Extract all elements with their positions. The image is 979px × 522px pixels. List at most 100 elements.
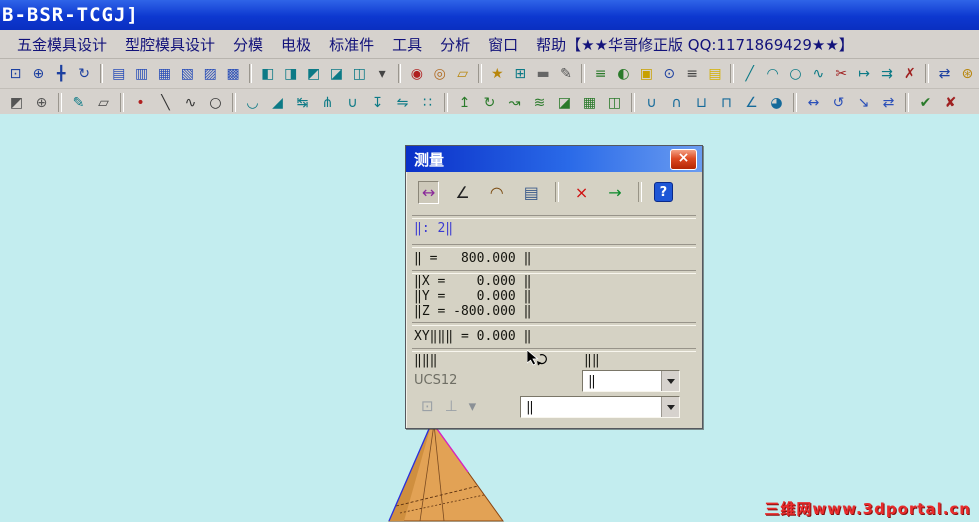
chamfer-icon[interactable]: ◢: [265, 91, 290, 115]
snap-star-icon[interactable]: ★: [486, 62, 509, 86]
arc-icon[interactable]: ◠: [761, 62, 784, 86]
studio-display-icon[interactable]: ◪: [325, 62, 348, 86]
viewport[interactable]: 测量 × ↔ ∠ ◠ ▤ × →? ‖: 2‖ ‖ = 800.000 ‖ ‖X = 0.…: [0, 114, 979, 522]
menu-standard-parts[interactable]: 标准件: [320, 31, 383, 58]
rotate-view-icon[interactable]: ↻: [73, 62, 96, 86]
new-window-icon[interactable]: ▦: [153, 62, 176, 86]
transform-icon[interactable]: ⇄: [876, 91, 901, 115]
dialog-titlebar[interactable]: 测量 ×: [406, 146, 702, 172]
view-layout-icon[interactable]: ▩: [222, 62, 245, 86]
window-cascade-icon[interactable]: ▤: [107, 62, 130, 86]
palette-icon[interactable]: ▤: [704, 62, 727, 86]
line-icon[interactable]: ╱: [738, 62, 761, 86]
polygon-icon[interactable]: ▱: [91, 91, 116, 115]
grid-icon[interactable]: ⊞: [509, 62, 532, 86]
layer-list-icon[interactable]: ≡: [589, 62, 612, 86]
csys-display-icon[interactable]: ⊥: [444, 396, 459, 416]
help-icon[interactable]: ?: [653, 182, 674, 202]
revolve-icon[interactable]: ↻: [477, 91, 502, 115]
verify-icon[interactable]: ✔: [913, 91, 938, 115]
result-combo-arrow-icon[interactable]: [661, 397, 679, 417]
menu-electrode[interactable]: 电极: [272, 31, 320, 58]
extend-icon[interactable]: ↦: [853, 62, 876, 86]
window-tile-icon[interactable]: ▥: [130, 62, 153, 86]
move-object-icon[interactable]: ⇄: [933, 62, 956, 86]
point-on-curve-icon[interactable]: ◎: [428, 62, 451, 86]
pan-icon[interactable]: ╋: [50, 62, 73, 86]
display-mode-arrow-icon[interactable]: ▾: [371, 62, 394, 86]
datum-plane-icon[interactable]: ▱: [451, 62, 474, 86]
scissors-trim-icon[interactable]: ✂: [830, 62, 853, 86]
trim-curve-icon[interactable]: ↹: [290, 91, 315, 115]
circle-tool-icon[interactable]: ○: [203, 91, 228, 115]
show-point-icon[interactable]: ⊡: [420, 396, 435, 416]
layer-settings-icon[interactable]: ▨: [199, 62, 222, 86]
join-curve-icon[interactable]: ∪: [340, 91, 365, 115]
zoom-icon[interactable]: ⊕: [27, 62, 50, 86]
curve-tool-icon[interactable]: ∿: [178, 91, 203, 115]
edge-blend-icon[interactable]: ◕: [764, 91, 789, 115]
menu-tools[interactable]: 工具: [383, 31, 431, 58]
list-window-icon[interactable]: ≡: [681, 62, 704, 86]
sketch-icon[interactable]: ✎: [66, 91, 91, 115]
export-result-icon[interactable]: →: [604, 181, 625, 204]
fillet-icon[interactable]: ◡: [240, 91, 265, 115]
point-icon[interactable]: ◉: [405, 62, 428, 86]
extrude-icon[interactable]: ↥: [452, 91, 477, 115]
more-options-arrow-icon[interactable]: ▾: [468, 396, 478, 416]
measure-radius-icon[interactable]: ◠: [486, 181, 508, 204]
move-icon[interactable]: ↔: [801, 91, 826, 115]
measure-angle-icon[interactable]: ∠: [451, 181, 473, 204]
object-info-icon[interactable]: ⊙: [658, 62, 681, 86]
selection-mode-icon[interactable]: ◩: [4, 91, 29, 115]
3d-model[interactable]: [380, 420, 515, 522]
line-tool-icon[interactable]: ╲: [153, 91, 178, 115]
menu-analysis[interactable]: 分析: [431, 31, 479, 58]
snap-toggle-icon[interactable]: ⊕: [29, 91, 54, 115]
wireframe-display-icon[interactable]: ◨: [279, 62, 302, 86]
measure-distance-icon[interactable]: ↔: [418, 180, 440, 204]
measure-icon[interactable]: ✎: [555, 62, 578, 86]
menu-hardware-mold[interactable]: 五金模具设计: [8, 31, 116, 58]
spline-icon[interactable]: ∿: [807, 62, 830, 86]
thicken-icon[interactable]: ⊓: [714, 91, 739, 115]
facet-display-icon[interactable]: ◫: [348, 62, 371, 86]
scale-icon[interactable]: ↘: [851, 91, 876, 115]
surface-icon[interactable]: ◪: [552, 91, 577, 115]
draft-icon[interactable]: ∠: [739, 91, 764, 115]
error-check-icon[interactable]: ✘: [938, 91, 963, 115]
result-combo[interactable]: ‖: [520, 396, 680, 418]
snap-settings-icon[interactable]: ⊛: [956, 62, 979, 86]
mesh-surface-icon[interactable]: ▦: [577, 91, 602, 115]
menu-parting[interactable]: 分模: [224, 31, 272, 58]
ucs-combo-arrow-icon[interactable]: [661, 371, 679, 391]
measure-list-icon[interactable]: ▤: [520, 181, 543, 204]
show-hide-icon[interactable]: ◐: [612, 62, 635, 86]
rotate-object-icon[interactable]: ↺: [826, 91, 851, 115]
loft-icon[interactable]: ≋: [527, 91, 552, 115]
patch-surface-icon[interactable]: ◫: [602, 91, 627, 115]
pattern-curve-icon[interactable]: ∷: [415, 91, 440, 115]
shell-icon[interactable]: ⊔: [689, 91, 714, 115]
ruler-icon[interactable]: ▬: [532, 62, 555, 86]
delete-icon[interactable]: ✗: [898, 62, 921, 86]
divide-curve-icon[interactable]: ⋔: [315, 91, 340, 115]
close-button[interactable]: ×: [670, 148, 697, 170]
subtract-icon[interactable]: ∩: [664, 91, 689, 115]
point-tool-icon[interactable]: •: [128, 91, 153, 115]
ucs-combo[interactable]: ‖: [582, 370, 680, 392]
menu-window[interactable]: 窗口: [479, 31, 527, 58]
menu-help[interactable]: 帮助【★★华哥修正版 QQ:1171869429★★】: [527, 31, 863, 58]
mirror-curve-icon[interactable]: ⇋: [390, 91, 415, 115]
circle-icon[interactable]: ○: [784, 62, 807, 86]
unite-icon[interactable]: ∪: [639, 91, 664, 115]
offset-icon[interactable]: ⇉: [876, 62, 899, 86]
shaded-display-icon[interactable]: ◧: [256, 62, 279, 86]
project-curve-icon[interactable]: ↧: [365, 91, 390, 115]
hidden-line-display-icon[interactable]: ◩: [302, 62, 325, 86]
zoom-fit-icon[interactable]: ⊡: [4, 62, 27, 86]
sweep-icon[interactable]: ↝: [502, 91, 527, 115]
object-color-icon[interactable]: ▣: [635, 62, 658, 86]
clear-selection-icon[interactable]: ×: [571, 181, 592, 204]
split-window-icon[interactable]: ▧: [176, 62, 199, 86]
